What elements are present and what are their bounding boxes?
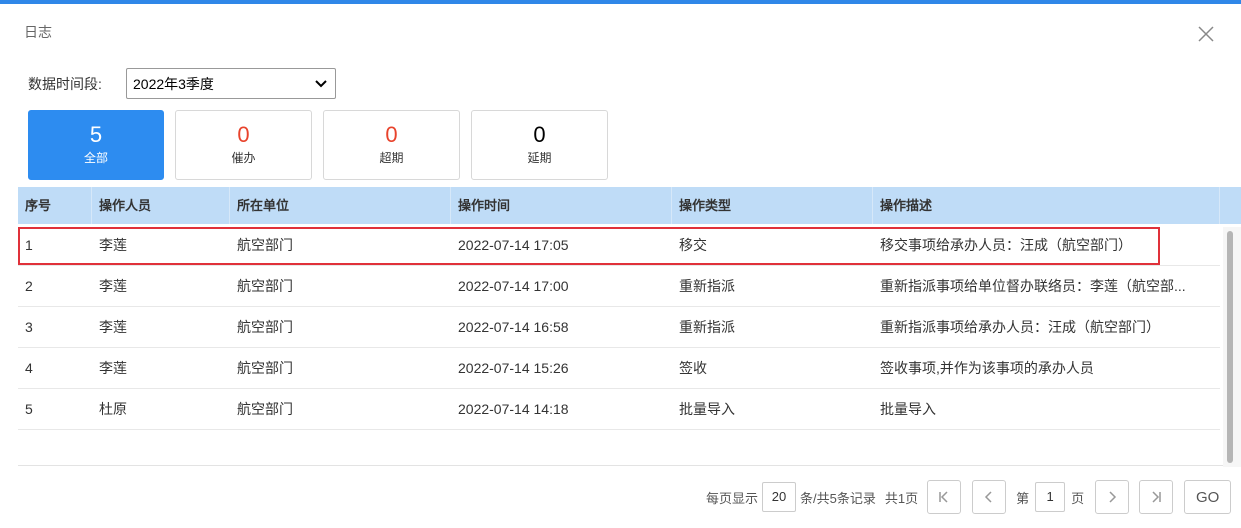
cell-time: 2022-07-14 16:58	[458, 319, 569, 335]
page-input[interactable]: 1	[1035, 482, 1066, 512]
stat-label: 延期	[527, 151, 552, 165]
records-label: 条/共5条记录	[800, 490, 876, 506]
page-suffix: 页	[1071, 490, 1085, 506]
column-header-spacer	[1220, 187, 1241, 224]
stat-card-urge[interactable]: 0 催办	[175, 110, 312, 180]
chevron-down-icon	[315, 79, 327, 87]
cell-type: 批量导入	[679, 401, 735, 417]
table-header: 序号 操作人员 所在单位 操作时间 操作类型 操作描述	[18, 187, 1241, 224]
cell-time: 2022-07-14 17:05	[458, 237, 569, 253]
stat-label: 超期	[379, 151, 404, 165]
page-prefix: 第	[1016, 490, 1030, 506]
cell-unit: 航空部门	[237, 237, 293, 253]
stat-label: 催办	[231, 151, 256, 165]
total-pages-label: 共1页	[884, 490, 919, 506]
stat-count: 0	[533, 122, 546, 147]
cell-time: 2022-07-14 17:00	[458, 278, 569, 294]
cell-operator: 李莲	[99, 237, 127, 253]
cell-operator: 李莲	[99, 278, 127, 294]
stat-card-all[interactable]: 5 全部	[28, 110, 164, 180]
per-page-label: 每页显示	[706, 490, 759, 506]
cell-index: 4	[25, 360, 33, 376]
cell-unit: 航空部门	[237, 319, 293, 335]
last-page-icon	[1152, 491, 1161, 503]
column-header-operator[interactable]: 操作人员	[92, 187, 230, 224]
prev-page-button[interactable]	[972, 480, 1007, 514]
log-table: 序号 操作人员 所在单位 操作时间 操作类型 操作描述 1 李莲 航空部门 20…	[18, 187, 1241, 466]
period-select[interactable]: 2022年3季度	[126, 68, 336, 99]
table-row[interactable]: 4 李莲 航空部门 2022-07-14 15:26 签收 签收事项,并作为该事…	[18, 348, 1220, 389]
cell-type: 签收	[679, 360, 707, 376]
scrollbar-thumb[interactable]	[1227, 231, 1233, 463]
period-select-value: 2022年3季度	[133, 75, 214, 92]
cell-description: 重新指派事项给单位督办联络员：李莲（航空部...	[880, 278, 1186, 294]
go-button[interactable]: GO	[1184, 480, 1232, 514]
cell-operator: 李莲	[99, 319, 127, 335]
chevron-left-icon	[985, 491, 992, 503]
cell-unit: 航空部门	[237, 401, 293, 417]
table-body: 1 李莲 航空部门 2022-07-14 17:05 移交 移交事项给承办人员：…	[18, 225, 1220, 430]
close-button[interactable]	[1194, 22, 1218, 46]
cell-type: 移交	[679, 237, 707, 253]
table-scrollbar[interactable]	[1223, 227, 1241, 467]
table-row[interactable]: 2 李莲 航空部门 2022-07-14 17:00 重新指派 重新指派事项给单…	[18, 266, 1220, 307]
table-row[interactable]: 3 李莲 航空部门 2022-07-14 16:58 重新指派 重新指派事项给承…	[18, 307, 1220, 348]
stat-card-extended[interactable]: 0 延期	[471, 110, 608, 180]
cell-operator: 杜原	[99, 401, 127, 417]
cell-unit: 航空部门	[237, 360, 293, 376]
cell-index: 3	[25, 319, 33, 335]
cell-type: 重新指派	[679, 278, 735, 294]
cell-index: 5	[25, 401, 33, 417]
stat-count: 5	[89, 122, 103, 147]
chevron-right-icon	[1109, 491, 1117, 503]
cell-time: 2022-07-14 15:26	[458, 360, 569, 376]
column-header-description[interactable]: 操作描述	[873, 187, 1220, 224]
last-page-button[interactable]	[1139, 480, 1174, 514]
cell-index: 2	[25, 278, 33, 294]
first-page-button[interactable]	[927, 480, 962, 514]
column-header-time[interactable]: 操作时间	[451, 187, 672, 224]
column-header-type[interactable]: 操作类型	[672, 187, 873, 224]
stat-count: 0	[237, 122, 250, 147]
stat-card-overdue[interactable]: 0 超期	[323, 110, 460, 180]
cell-description: 移交事项给承办人员：汪成（航空部门）	[880, 237, 1132, 253]
per-page-input[interactable]: 20	[762, 482, 797, 512]
stat-cards: 5 全部 0 催办 0 超期 0 延期	[28, 110, 608, 180]
period-label: 数据时间段:	[28, 76, 102, 92]
column-header-index[interactable]: 序号	[18, 187, 92, 224]
table-row[interactable]: 5 杜原 航空部门 2022-07-14 14:18 批量导入 批量导入	[18, 389, 1220, 430]
next-page-button[interactable]	[1095, 480, 1130, 514]
dialog-title: 日志	[24, 24, 52, 40]
cell-time: 2022-07-14 14:18	[458, 401, 569, 417]
table-row[interactable]: 1 李莲 航空部门 2022-07-14 17:05 移交 移交事项给承办人员：…	[18, 225, 1220, 266]
cell-description: 签收事项,并作为该事项的承办人员	[880, 360, 1094, 376]
cell-description: 批量导入	[880, 401, 936, 417]
cell-operator: 李莲	[99, 360, 127, 376]
cell-unit: 航空部门	[237, 278, 293, 294]
stat-label: 全部	[83, 151, 108, 165]
close-icon	[1198, 26, 1214, 42]
cell-description: 重新指派事项给承办人员：汪成（航空部门）	[880, 319, 1160, 335]
first-page-icon	[939, 491, 948, 503]
stat-count: 0	[385, 122, 398, 147]
column-header-unit[interactable]: 所在单位	[230, 187, 451, 224]
cell-type: 重新指派	[679, 319, 735, 335]
cell-index: 1	[25, 237, 33, 253]
pagination: 每页显示 20 条/共5条记录 共1页 第 1 页 GO	[706, 480, 1232, 514]
